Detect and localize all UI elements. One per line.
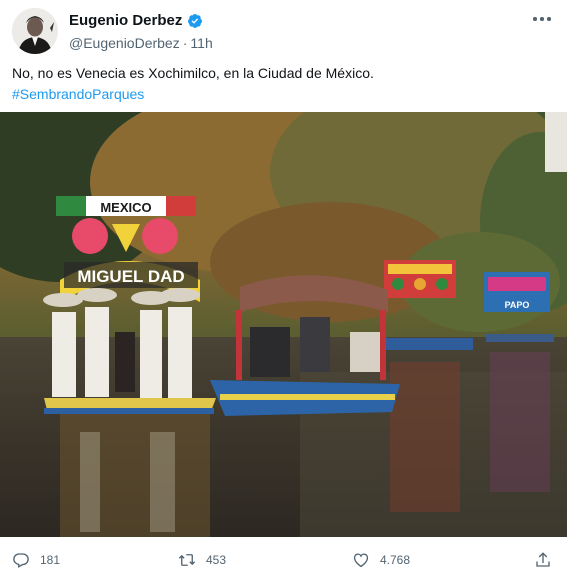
reply-count: 181 [40,553,61,567]
share-button[interactable] [534,551,552,569]
retweet-icon [178,554,196,566]
share-icon [536,552,550,567]
author-handle[interactable]: @EugenioDerbez [69,35,180,51]
tweet-text: No, no es Venecia es Xochimilco, en la C… [12,63,553,105]
boat-sign-lower: MIGUEL DAD [77,267,184,286]
like-button[interactable]: 4.768 [352,551,410,569]
hashtag-link[interactable]: #SembrandoParques [12,84,553,105]
tweet-actions: 181 453 4.768 [0,545,567,575]
separator: · [182,35,188,51]
reply-button[interactable]: 181 [12,551,60,569]
retweet-count: 453 [206,553,227,567]
boat-sign-main: MEXICO [100,200,151,215]
author-name[interactable]: Eugenio Derbez [69,12,182,29]
reply-icon [13,553,29,568]
verified-badge-icon [187,13,203,29]
timestamp[interactable]: 11h [190,35,212,51]
more-dots-icon[interactable] [531,10,553,28]
tweet-body: No, no es Venecia es Xochimilco, en la C… [12,65,374,81]
boat-sign-right: PAPO [505,300,530,310]
like-count: 4.768 [380,553,411,567]
avatar[interactable] [12,8,58,54]
heart-icon [353,553,369,568]
tweet-header: Eugenio Derbez @EugenioDerbez · 11h [69,11,527,51]
retweet-button[interactable]: 453 [178,551,226,569]
tweet-card[interactable]: Eugenio Derbez @EugenioDerbez · 11h No, … [0,0,567,579]
tweet-photo[interactable]: PAPO MEXICO MIGUEL DAD [0,112,567,537]
